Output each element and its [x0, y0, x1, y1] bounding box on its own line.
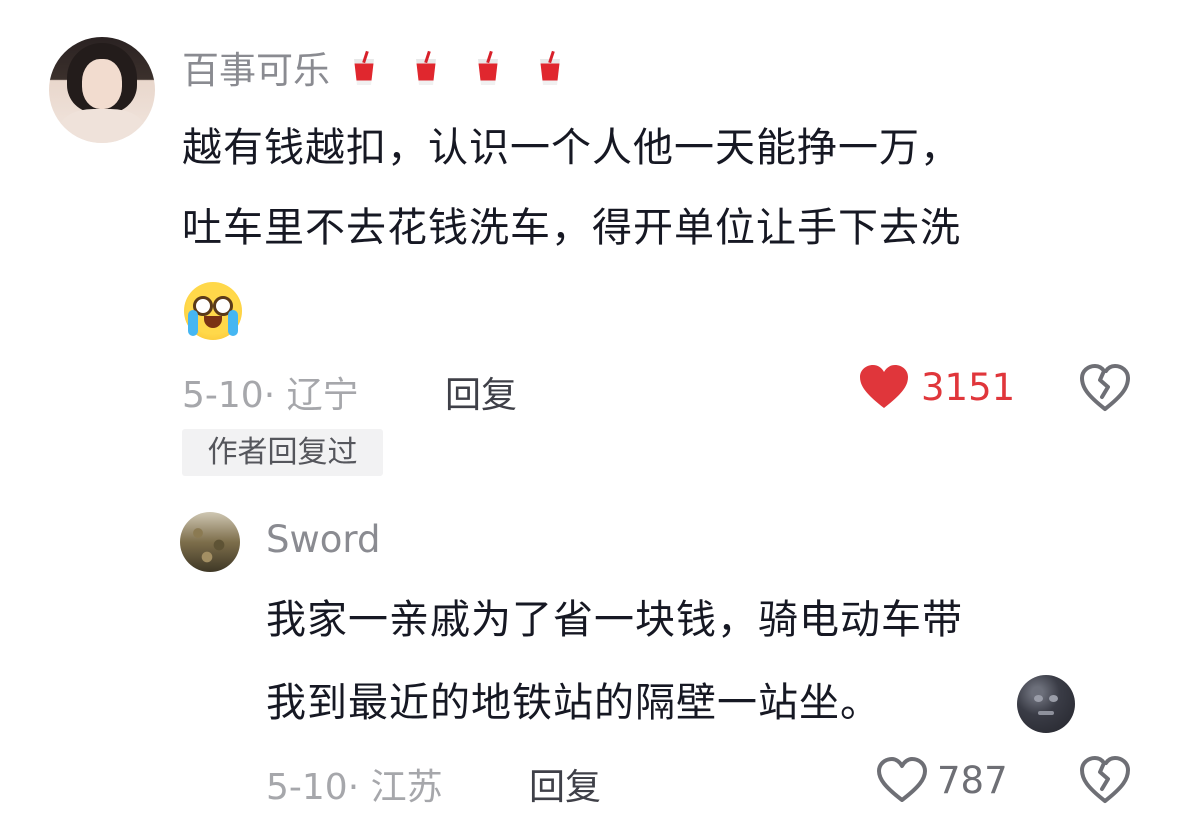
broken-heart-icon: [1080, 756, 1130, 803]
emoji-tear: [228, 310, 238, 336]
soda-cup-icon: [352, 51, 376, 85]
broken-heart-icon: [1080, 364, 1130, 411]
comment-username-row[interactable]: 百事可乐: [182, 40, 562, 94]
comment-text-line-2: 吐车里不去花钱洗车，得开单位让手下去洗: [182, 205, 961, 251]
reply-username[interactable]: Sword: [266, 518, 380, 561]
avatar-body: [59, 109, 145, 143]
emoji-mouth: [1038, 711, 1054, 715]
heart-outline-icon: [877, 757, 927, 802]
new-moon-face-icon: [1017, 675, 1075, 733]
comment-date-location: 5-10· 辽宁: [182, 375, 359, 416]
reply-reply-button[interactable]: 回复: [529, 758, 601, 810]
comment-text-line-1: 越有钱越扣，认识一个人他一天能挣一万，: [182, 125, 961, 171]
crying-face-icon: [184, 282, 242, 340]
emoji-eye: [1049, 695, 1058, 702]
comment-like-count: 3151: [921, 366, 1016, 409]
reply-date-location: 5-10· 江苏: [266, 767, 443, 808]
soda-cup-icon: [414, 51, 438, 85]
soda-cup-icon: [476, 51, 500, 85]
reply-text-line-2: 我到最近的地铁站的隔壁一站坐。: [266, 680, 881, 726]
reply-like-button[interactable]: [876, 757, 928, 803]
comment-username[interactable]: 百事可乐: [182, 49, 330, 92]
comment-reply-button[interactable]: 回复: [445, 366, 517, 418]
comment-like-button[interactable]: [858, 364, 910, 410]
emoji-eye: [1034, 695, 1043, 702]
emoji-mouth: [204, 316, 222, 328]
reply-like-count: 787: [937, 759, 1008, 802]
soda-cup-icon: [538, 51, 562, 85]
reply-dislike-button[interactable]: [1079, 756, 1131, 804]
comment-dislike-button[interactable]: [1079, 364, 1131, 412]
emoji-tear: [188, 310, 198, 336]
reply-text-line-1: 我家一亲戚为了省一块钱，骑电动车带: [266, 597, 963, 643]
author-replied-tag: 作者回复过: [182, 429, 383, 476]
heart-filled-icon: [860, 365, 908, 408]
reply-avatar[interactable]: [180, 512, 240, 572]
avatar-face: [82, 59, 122, 109]
avatar[interactable]: [49, 37, 155, 143]
